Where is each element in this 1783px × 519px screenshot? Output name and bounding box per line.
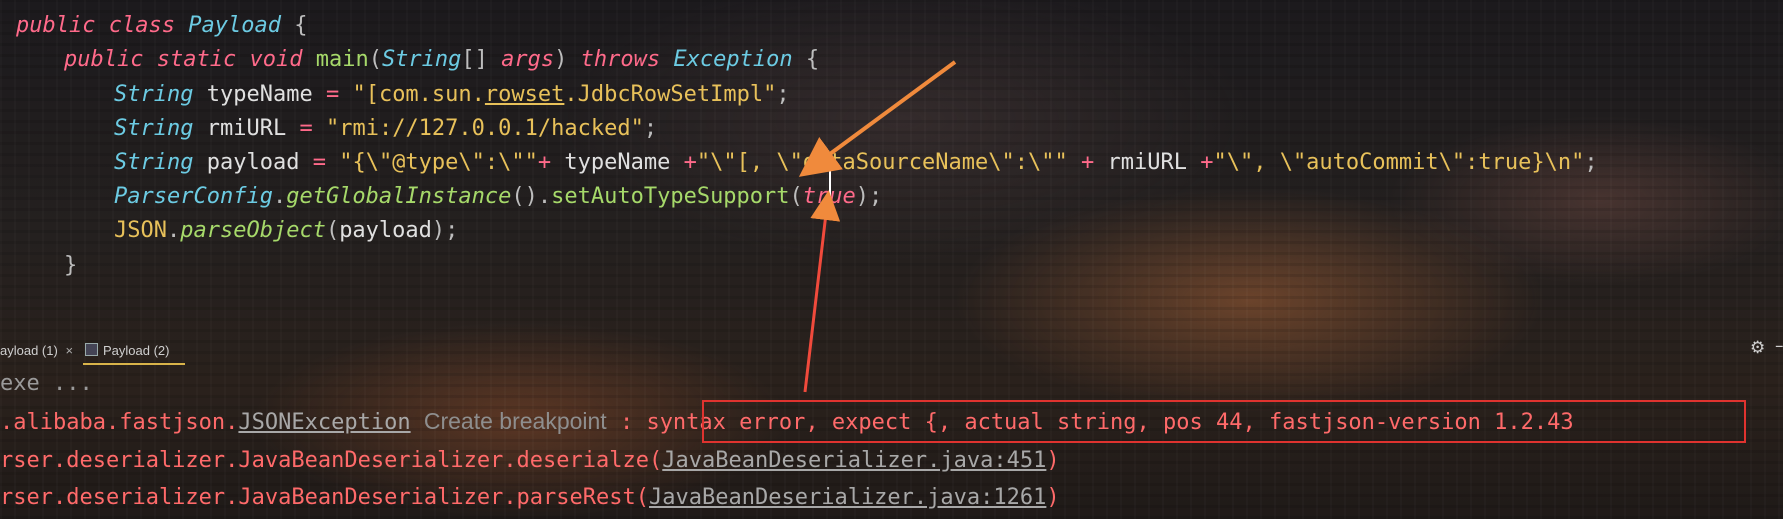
arrow-from-error bbox=[803, 190, 841, 393]
annotation-arrows bbox=[798, 60, 957, 393]
arrow-to-payload bbox=[798, 60, 957, 177]
